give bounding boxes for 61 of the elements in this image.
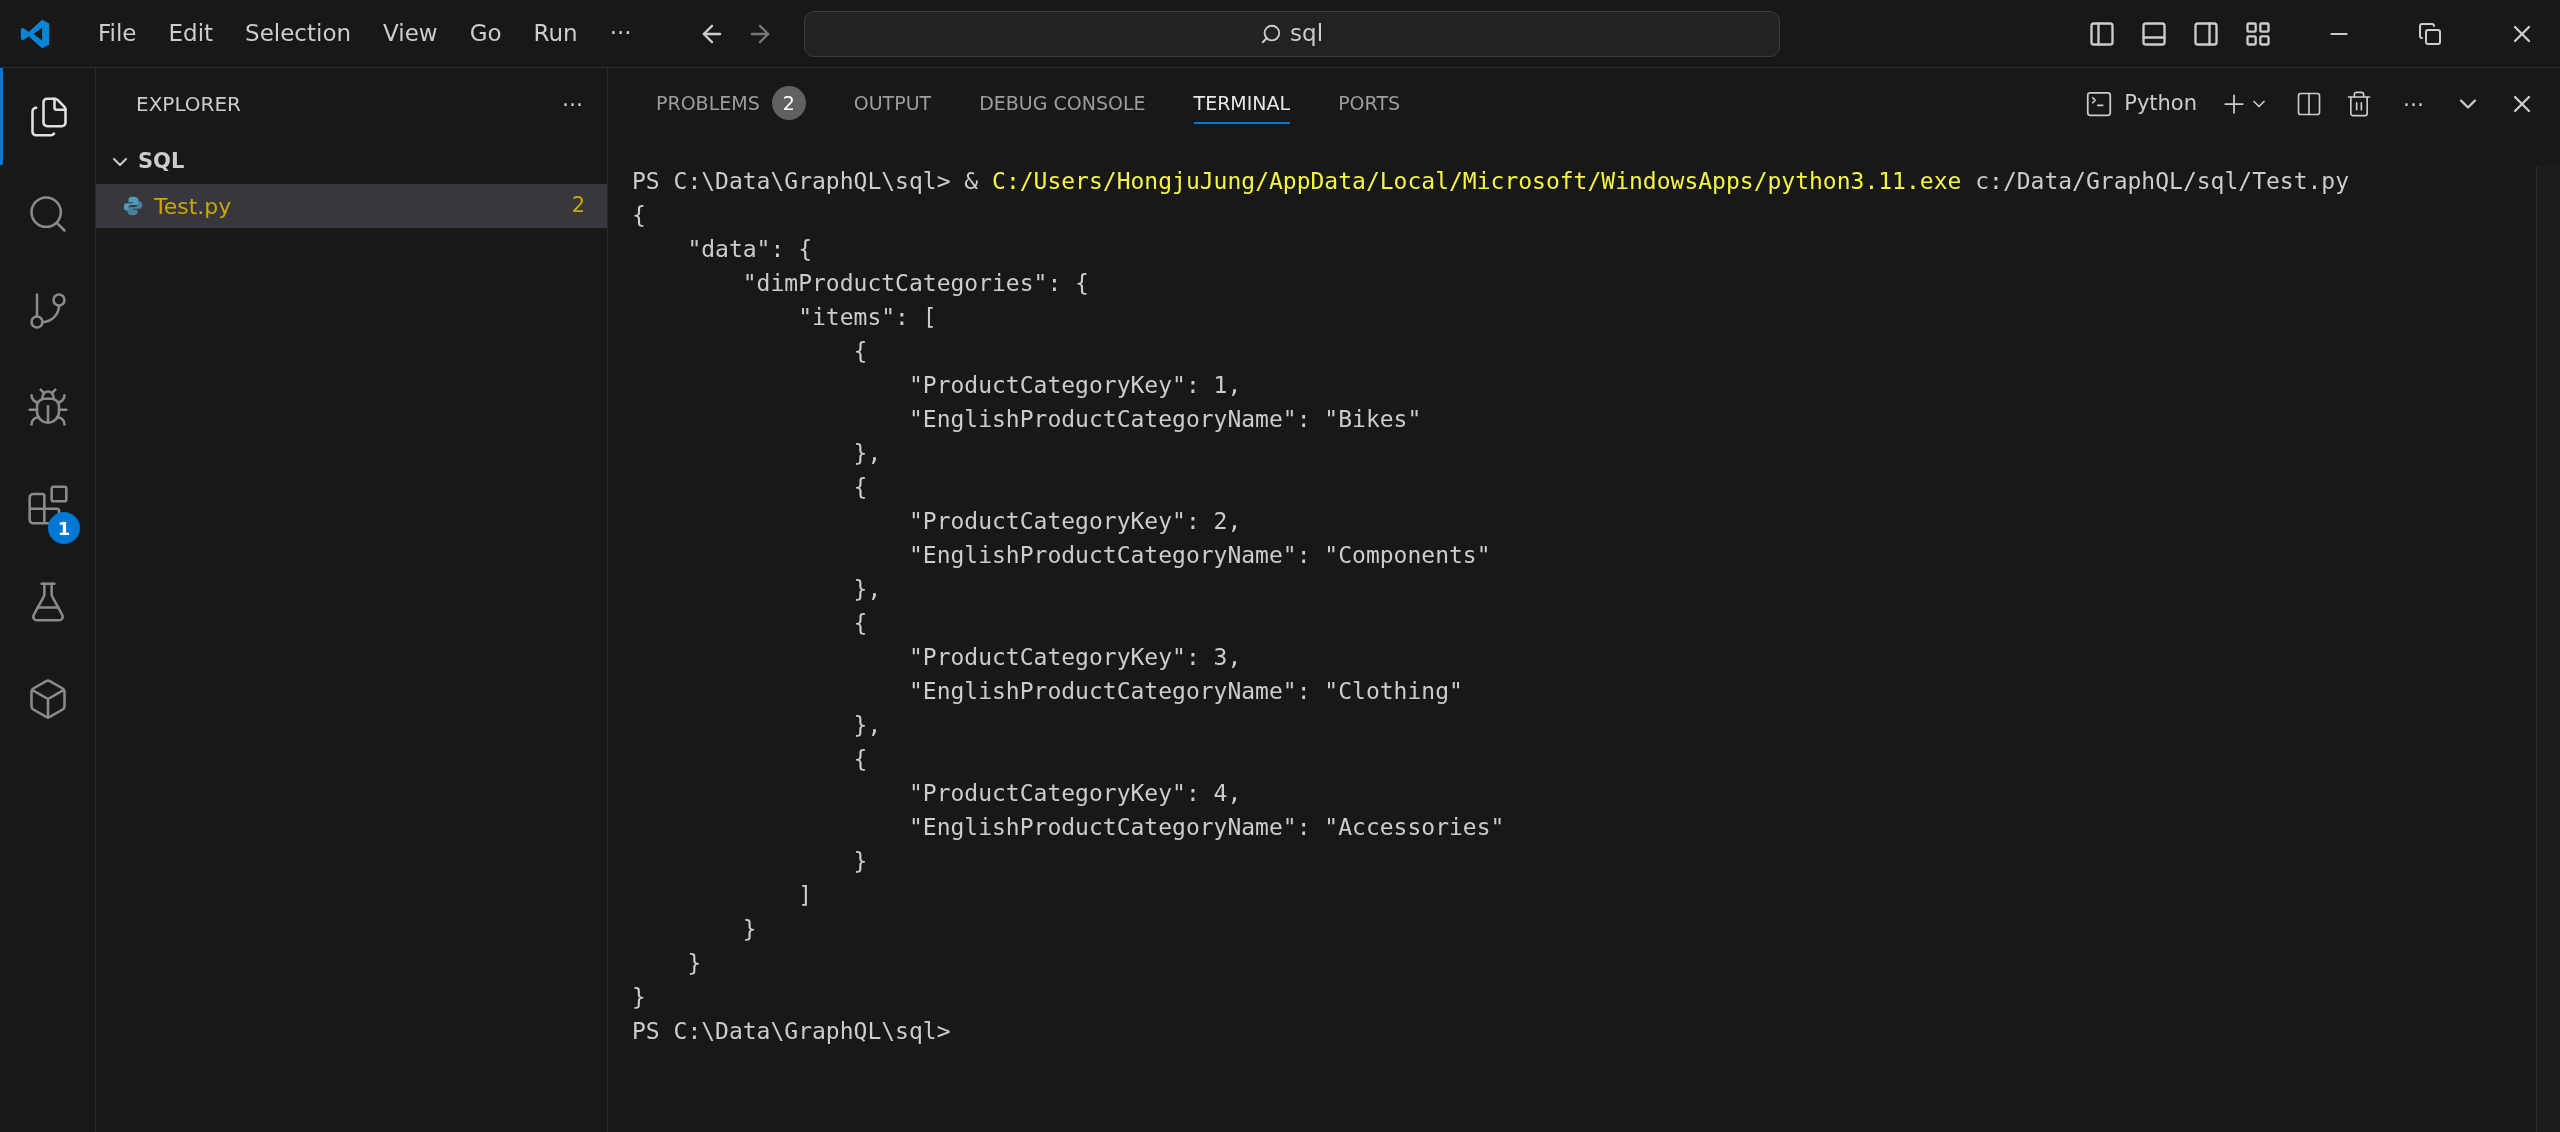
trash-icon[interactable] [2345,90,2373,118]
terminal-line: }, [852,711,882,740]
terminal-line: "EnglishProductCategoryName": "Clothing" [907,677,1463,706]
search-field[interactable]: sql [803,10,1780,57]
panel-tab[interactable]: DEBUG CONSOLE [979,84,1146,124]
terminal-line: PS C:\Data\GraphQL\sql> [632,1017,951,1046]
sidebar-title: EXPLORER [136,91,241,118]
terminal-line: "EnglishProductCategoryName": "Accessories" [907,813,1505,842]
terminal-line: PS C:\Data\GraphQL\sql> & C:/Users/HongjuJung/AppData/Local/Microsoft/WindowsApps/python3.11.exe c:/Data/GraphQL/sql/Test.py [632,167,2350,196]
terminal-line: }, [852,575,882,604]
folder-row[interactable]: SQL [96,140,607,184]
file-row[interactable]: Test.py 2 [96,184,607,228]
panel-left-icon[interactable] [2088,19,2116,48]
terminal-line: { [852,337,868,366]
activity-button[interactable]: 1 [0,456,95,553]
search-text: sql [1290,19,1324,49]
terminal-line: "data": { [686,235,812,264]
terminal-line: { [852,609,868,638]
terminal-line: } [852,847,868,876]
menu-item[interactable]: Edit [152,16,230,51]
menu-item[interactable]: Go [453,16,518,51]
badge: 1 [48,512,80,544]
terminal-line: } [686,949,702,978]
terminal-line: "ProductCategoryKey": 2, [907,507,1242,536]
file-name: Test.py [154,192,232,221]
menu-item[interactable]: View [367,16,454,51]
terminal-line: "dimProductCategories": { [741,269,1089,298]
folder-name: SQL [138,148,185,176]
more-button[interactable]: ··· [2403,87,2424,121]
problem-count: 2 [571,192,585,220]
restore-icon[interactable] [2418,21,2442,46]
terminal-line: "items": [ [797,303,937,332]
search-icon [1260,22,1283,45]
panel-tab[interactable]: PORTS [1338,84,1401,124]
count-badge: 2 [771,86,806,120]
terminal-line: { [852,473,868,502]
menu-item[interactable]: File [82,16,153,51]
more-button[interactable]: ··· [562,87,583,121]
terminal-line: "ProductCategoryKey": 1, [907,371,1242,400]
panel-bottom-icon[interactable] [2140,19,2168,48]
layout-icon[interactable] [2244,19,2272,48]
terminal-line: "ProductCategoryKey": 3, [907,643,1242,672]
terminal-line: ] [797,881,812,910]
terminal-line: "EnglishProductCategoryName": "Components" [907,541,1491,570]
menu-item[interactable]: Run [517,16,594,51]
panel-tab[interactable]: PROBLEMS 2 [656,84,806,124]
panel-tab[interactable]: OUTPUT [853,84,932,124]
terminal-line: } [632,983,646,1012]
terminal-line: { [632,201,646,230]
terminal-line: "EnglishProductCategoryName": "Bikes" [907,405,1422,434]
split-icon[interactable] [2295,90,2323,118]
menu-item[interactable]: ··· [593,16,648,51]
terminal-line: "ProductCategoryKey": 4, [907,779,1242,808]
terminal-line: } [741,915,757,944]
terminal-line: { [852,745,868,774]
panel-right-icon[interactable] [2192,19,2220,48]
menu-item[interactable]: Selection [229,16,368,51]
panel-tab[interactable]: TERMINAL [1193,84,1291,124]
python-icon [122,195,144,217]
terminal-name[interactable]: Python [2124,88,2197,120]
terminal-line: }, [852,439,882,468]
